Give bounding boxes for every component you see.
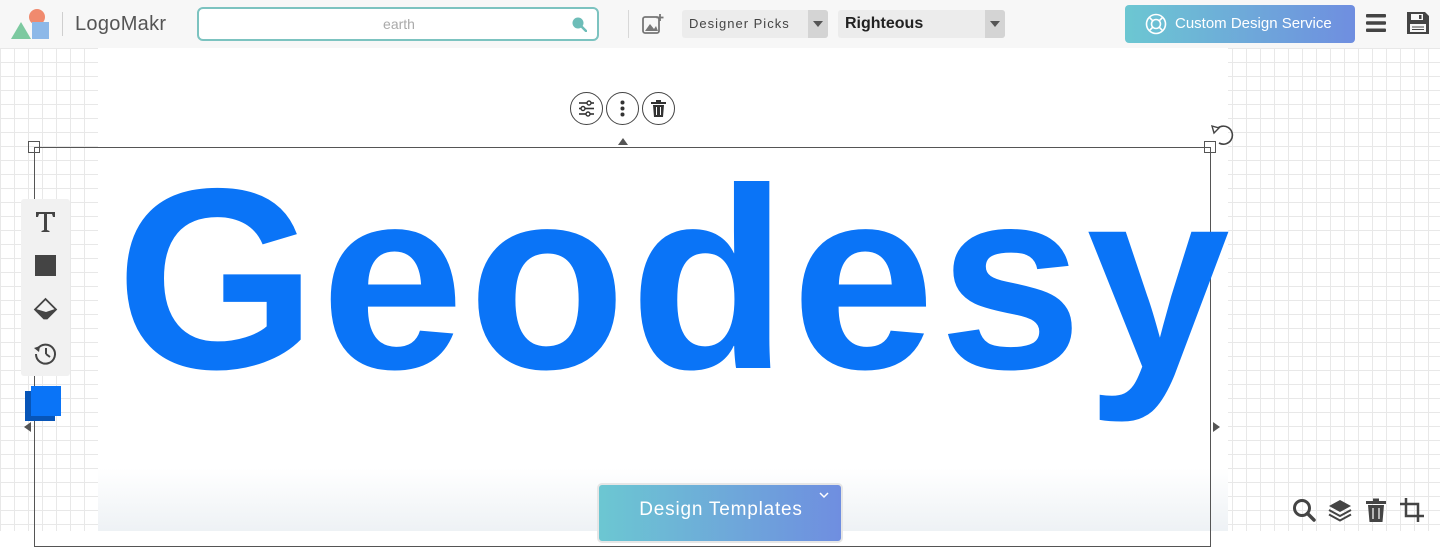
- crop-icon[interactable]: [1399, 497, 1425, 523]
- sliders-icon: [579, 100, 594, 117]
- toolbar-divider: [628, 10, 629, 38]
- category-dropdown-label: Designer Picks: [689, 16, 790, 31]
- category-dropdown[interactable]: Designer Picks: [682, 10, 828, 38]
- text-tool-icon[interactable]: [33, 209, 58, 234]
- adjust-button[interactable]: [570, 92, 603, 125]
- left-tool-panel: [21, 199, 70, 376]
- trash-icon: [651, 100, 666, 117]
- search-input[interactable]: [199, 9, 559, 39]
- resize-handle-left[interactable]: [24, 422, 31, 432]
- lifebuoy-icon: [1145, 13, 1167, 35]
- chevron-down-icon: [819, 492, 829, 499]
- rotate-icon[interactable]: [1210, 122, 1236, 148]
- more-options-button[interactable]: [606, 92, 639, 125]
- eraser-icon[interactable]: [33, 297, 58, 322]
- logomakr-logo-icon[interactable]: [10, 6, 54, 42]
- chevron-down-icon: [985, 10, 1005, 38]
- more-vertical-icon: [620, 100, 625, 117]
- design-templates-label: Design Templates: [639, 499, 803, 520]
- resize-handle-right[interactable]: [1213, 422, 1220, 432]
- shape-tool-icon[interactable]: [33, 253, 58, 278]
- delete-element-button[interactable]: [642, 92, 675, 125]
- search-icon[interactable]: [571, 16, 587, 32]
- logo-text-element[interactable]: Geodesy: [116, 150, 1234, 408]
- chevron-down-icon: [808, 10, 828, 38]
- brand-name[interactable]: LogoMakr: [75, 13, 166, 36]
- top-toolbar: LogoMakr Designer Picks Righteous Custom…: [0, 0, 1440, 48]
- brand-divider: [62, 12, 63, 36]
- image-add-icon[interactable]: [642, 13, 664, 35]
- history-icon[interactable]: [33, 341, 58, 366]
- custom-design-service-button[interactable]: Custom Design Service: [1125, 5, 1355, 43]
- layers-icon[interactable]: [1327, 497, 1353, 523]
- custom-design-service-label: Custom Design Service: [1175, 15, 1332, 32]
- primary-color-swatch[interactable]: [31, 386, 61, 416]
- search-icon[interactable]: [1291, 497, 1317, 523]
- resize-handle-top-left[interactable]: [28, 141, 40, 153]
- trash-icon[interactable]: [1363, 497, 1389, 523]
- font-dropdown[interactable]: Righteous: [838, 10, 1005, 38]
- menu-icon[interactable]: [1365, 12, 1387, 34]
- font-dropdown-label: Righteous: [845, 15, 924, 32]
- save-icon[interactable]: [1405, 10, 1431, 36]
- design-templates-button[interactable]: Design Templates: [597, 483, 843, 543]
- search-box: [197, 7, 599, 41]
